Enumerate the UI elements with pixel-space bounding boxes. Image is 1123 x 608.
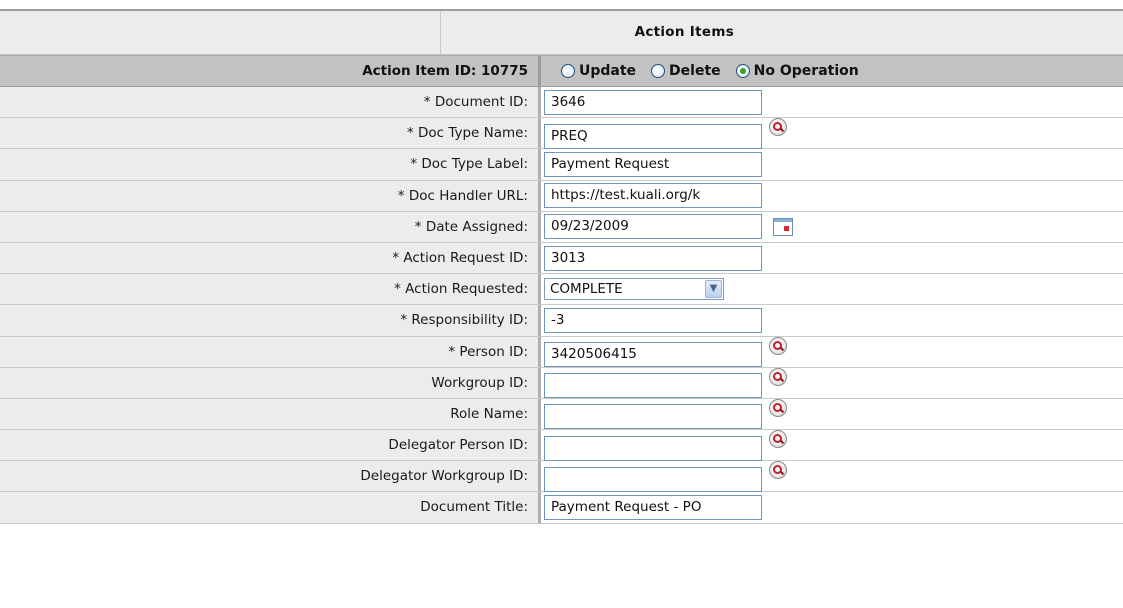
document-id-value-cell: 3646 xyxy=(541,87,1123,118)
update-radio-option[interactable]: Update xyxy=(561,63,636,79)
doc-type-name-value-cell: PREQ xyxy=(541,118,1123,149)
section-title: Action Items xyxy=(634,24,735,40)
delegator-person-id-field[interactable] xyxy=(544,435,762,461)
date-assigned-field[interactable]: 09/23/2009 xyxy=(544,214,762,240)
magnifier-lookup-icon[interactable] xyxy=(769,367,787,386)
form-fields: * Document ID: 3646 * Doc Type Name: PREQ * … xyxy=(0,87,1123,524)
workgroup-id-value-cell xyxy=(541,367,1123,399)
role-name-row: Role Name: xyxy=(0,398,1123,431)
workgroup-id-row: Workgroup ID: xyxy=(0,367,1123,399)
operation-radio-group: Update Delete No Operation xyxy=(541,56,874,86)
person-id-row: * Person ID: 3420506415 xyxy=(0,336,1123,368)
document-title-field[interactable]: Payment Request - PO xyxy=(544,495,762,521)
doc-type-label-row: * Doc Type Label: Payment Request xyxy=(0,149,1123,181)
action-request-id-field[interactable]: 3013 xyxy=(544,245,762,271)
section-header: Action Items xyxy=(0,11,1123,55)
date-assigned-value-cell: 09/23/2009 xyxy=(541,211,1123,242)
doc-type-label-value-cell: Payment Request xyxy=(541,149,1123,180)
date-assigned-row: * Date Assigned: 09/23/2009 xyxy=(0,211,1123,243)
action-requested-selected-value: COMPLETE xyxy=(550,281,623,298)
delete-radio-option[interactable]: Delete xyxy=(651,63,721,79)
header-spacer xyxy=(0,11,441,54)
delete-radio-label: Delete xyxy=(669,63,721,79)
workgroup-id-field[interactable] xyxy=(544,373,762,399)
doc-handler-url-row: * Doc Handler URL: https://test.kuali.org… xyxy=(0,180,1123,212)
doc-type-label-field[interactable]: Payment Request xyxy=(544,151,762,177)
action-requested-value-cell: COMPLETE ▼ xyxy=(541,274,1123,305)
doc-handler-url-field[interactable]: https://test.kuali.org/k xyxy=(544,183,762,209)
magnifier-lookup-icon[interactable] xyxy=(769,461,787,480)
delegator-workgroup-id-field[interactable] xyxy=(544,466,762,492)
update-radio-label: Update xyxy=(579,63,637,79)
date-assigned-label: * Date Assigned: xyxy=(0,211,541,242)
role-name-label: Role Name: xyxy=(0,398,541,430)
action-item-id-row: Action Item ID: 10775 Update Delete No O… xyxy=(0,55,1123,87)
person-id-value-cell: 3420506415 xyxy=(541,336,1123,368)
delegator-person-id-value-cell xyxy=(541,430,1123,461)
calendar-icon[interactable] xyxy=(773,217,793,236)
action-items-panel: Action Items Action Item ID: 10775 Updat… xyxy=(0,9,1123,524)
action-requested-label: * Action Requested: xyxy=(0,274,541,305)
delegator-workgroup-id-value-cell xyxy=(541,461,1123,492)
doc-type-name-label: * Doc Type Name: xyxy=(0,118,541,149)
chevron-down-icon[interactable]: ▼ xyxy=(705,280,722,299)
delete-radio[interactable] xyxy=(651,64,666,78)
responsibility-id-field[interactable]: -3 xyxy=(544,307,762,333)
document-title-value-cell: Payment Request - PO xyxy=(541,492,1123,523)
document-id-row: * Document ID: 3646 xyxy=(0,87,1123,119)
person-id-label: * Person ID: xyxy=(0,336,541,367)
update-radio[interactable] xyxy=(561,64,575,78)
doc-type-label-label: * Doc Type Label: xyxy=(0,149,541,180)
magnifier-lookup-icon[interactable] xyxy=(769,430,787,449)
person-id-field[interactable]: 3420506415 xyxy=(544,342,762,368)
workgroup-id-label: Workgroup ID: xyxy=(0,367,541,398)
delegator-workgroup-id-label: Delegator Workgroup ID: xyxy=(0,461,541,492)
doc-handler-url-value-cell: https://test.kuali.org/k xyxy=(541,180,1123,211)
responsibility-id-row: * Responsibility ID: -3 xyxy=(0,305,1123,337)
action-requested-row: * Action Requested: COMPLETE ▼ xyxy=(0,274,1123,306)
delegator-person-id-row: Delegator Person ID: xyxy=(0,430,1123,462)
no-operation-radio-option[interactable]: No Operation xyxy=(735,63,859,79)
doc-type-name-row: * Doc Type Name: PREQ xyxy=(0,118,1123,150)
role-name-value-cell xyxy=(541,398,1123,430)
action-requested-select[interactable]: COMPLETE ▼ xyxy=(544,278,724,301)
doc-handler-url-label: * Doc Handler URL: xyxy=(0,180,541,211)
delegator-workgroup-id-row: Delegator Workgroup ID: xyxy=(0,461,1123,493)
document-title-row: Document Title: Payment Request - PO xyxy=(0,492,1123,524)
responsibility-id-label: * Responsibility ID: xyxy=(0,305,541,336)
magnifier-lookup-icon[interactable] xyxy=(769,118,787,137)
magnifier-lookup-icon[interactable] xyxy=(769,336,787,355)
doc-type-name-field[interactable]: PREQ xyxy=(544,123,762,149)
document-id-label: * Document ID: xyxy=(0,87,541,118)
action-request-id-row: * Action Request ID: 3013 xyxy=(0,242,1123,275)
responsibility-id-value-cell: -3 xyxy=(541,305,1123,336)
document-id-field[interactable]: 3646 xyxy=(544,89,762,115)
no-operation-radio-label: No Operation xyxy=(753,63,859,79)
action-request-id-value-cell: 3013 xyxy=(541,242,1123,274)
no-operation-radio[interactable] xyxy=(735,64,750,78)
document-title-label: Document Title: xyxy=(0,492,541,523)
magnifier-lookup-icon[interactable] xyxy=(769,398,787,417)
delegator-person-id-label: Delegator Person ID: xyxy=(0,430,541,461)
role-name-field[interactable] xyxy=(544,404,762,430)
action-request-id-label: * Action Request ID: xyxy=(0,242,541,274)
action-item-id-label: Action Item ID: 10775 xyxy=(0,56,541,86)
